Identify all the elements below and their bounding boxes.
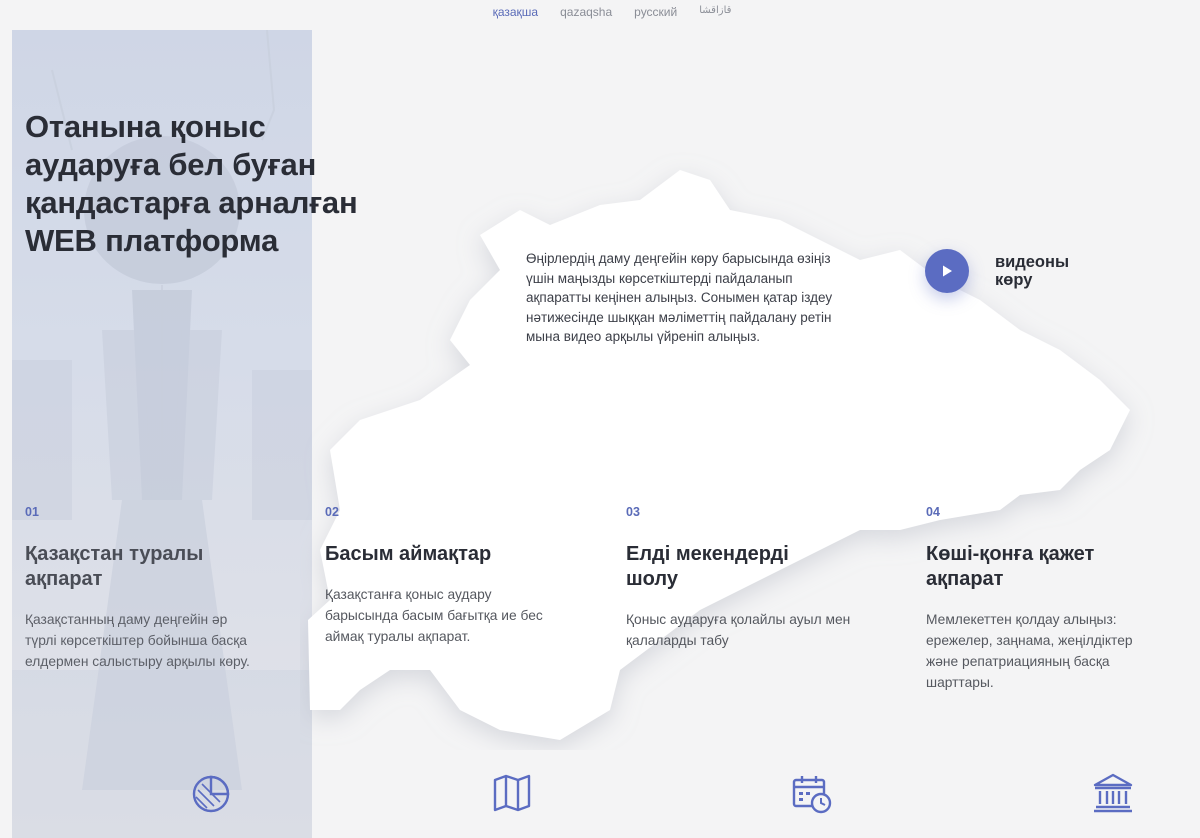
lang-russian[interactable]: русский (634, 5, 677, 19)
language-switcher: қазақша qazaqsha русский قازاقشا (0, 5, 1200, 19)
feature-title[interactable]: Басым аймақтар (325, 542, 565, 567)
feature-title-line-2: ақпарат (25, 568, 103, 590)
feature-title-line-1: Елді мекендерді (626, 543, 789, 565)
feature-title[interactable]: Қазақстан туралы ақпарат (25, 542, 265, 592)
lang-kazakh-cyrillic[interactable]: қазақша (493, 5, 539, 19)
feature-title-line-1: Көші-қонға қажет (926, 543, 1095, 565)
intro-paragraph: Өңірлердің даму деңгейін көру барысында … (526, 251, 833, 345)
feature-priority-regions[interactable]: 02 Басым аймақтар Қазақстанға қоныс ауда… (325, 505, 565, 647)
pie-chart-icon[interactable] (190, 772, 232, 814)
feature-description: Қоныс аударуға қолайлы ауыл мен қалалард… (626, 612, 851, 648)
government-building-icon[interactable] (1092, 772, 1134, 814)
feature-number: 03 (626, 505, 640, 519)
video-label-line-2: көру (995, 271, 1033, 289)
title-line-3: қандастарға арналған (25, 185, 358, 220)
title-line-1: Отанына қоныс (25, 109, 266, 144)
title-line-4: WEB платформа (25, 223, 279, 258)
feature-title-line-1: Қазақстан туралы (25, 543, 204, 565)
feature-title-line-1: Басым аймақтар (325, 543, 492, 565)
feature-description: Қазақстанның даму деңгейін әр түрлі көрс… (25, 612, 250, 669)
watch-video-button[interactable]: видеоны көру (925, 249, 1085, 293)
page-title: Отанына қоныс аударуға бел буған қандаст… (25, 108, 425, 260)
play-icon (943, 265, 952, 277)
lang-kazakh-latin[interactable]: qazaqsha (560, 5, 612, 19)
title-line-2: аударуға бел буған (25, 147, 317, 182)
feature-title-line-2: шолу (626, 568, 678, 590)
feature-settlements-overview[interactable]: 03 Елді мекендерді шолу Қоныс аударуға қ… (626, 505, 866, 651)
play-button[interactable] (925, 249, 969, 293)
feature-description: Қазақстанға қоныс аудару барысында басым… (325, 587, 543, 644)
watch-video-label[interactable]: видеоны көру (995, 253, 1085, 289)
lang-kazakh-arabic[interactable]: قازاقشا (699, 5, 731, 19)
feature-title[interactable]: Көші-қонға қажет ақпарат (926, 542, 1166, 592)
feature-number: 01 (25, 505, 39, 519)
feature-kazakhstan-info[interactable]: 01 Қазақстан туралы ақпарат Қазақстанның… (25, 505, 265, 672)
feature-migration-info[interactable]: 04 Көші-қонға қажет ақпарат Мемлекеттен … (926, 505, 1166, 693)
calendar-clock-icon[interactable] (791, 772, 833, 814)
map-icon[interactable] (491, 772, 533, 814)
video-label-line-1: видеоны (995, 253, 1070, 271)
feature-title-line-2: ақпарат (926, 568, 1004, 590)
feature-number: 04 (926, 505, 940, 519)
feature-title[interactable]: Елді мекендерді шолу (626, 542, 866, 592)
feature-description: Мемлекеттен қолдау алыңыз: ережелер, заң… (926, 612, 1133, 690)
feature-number: 02 (325, 505, 339, 519)
